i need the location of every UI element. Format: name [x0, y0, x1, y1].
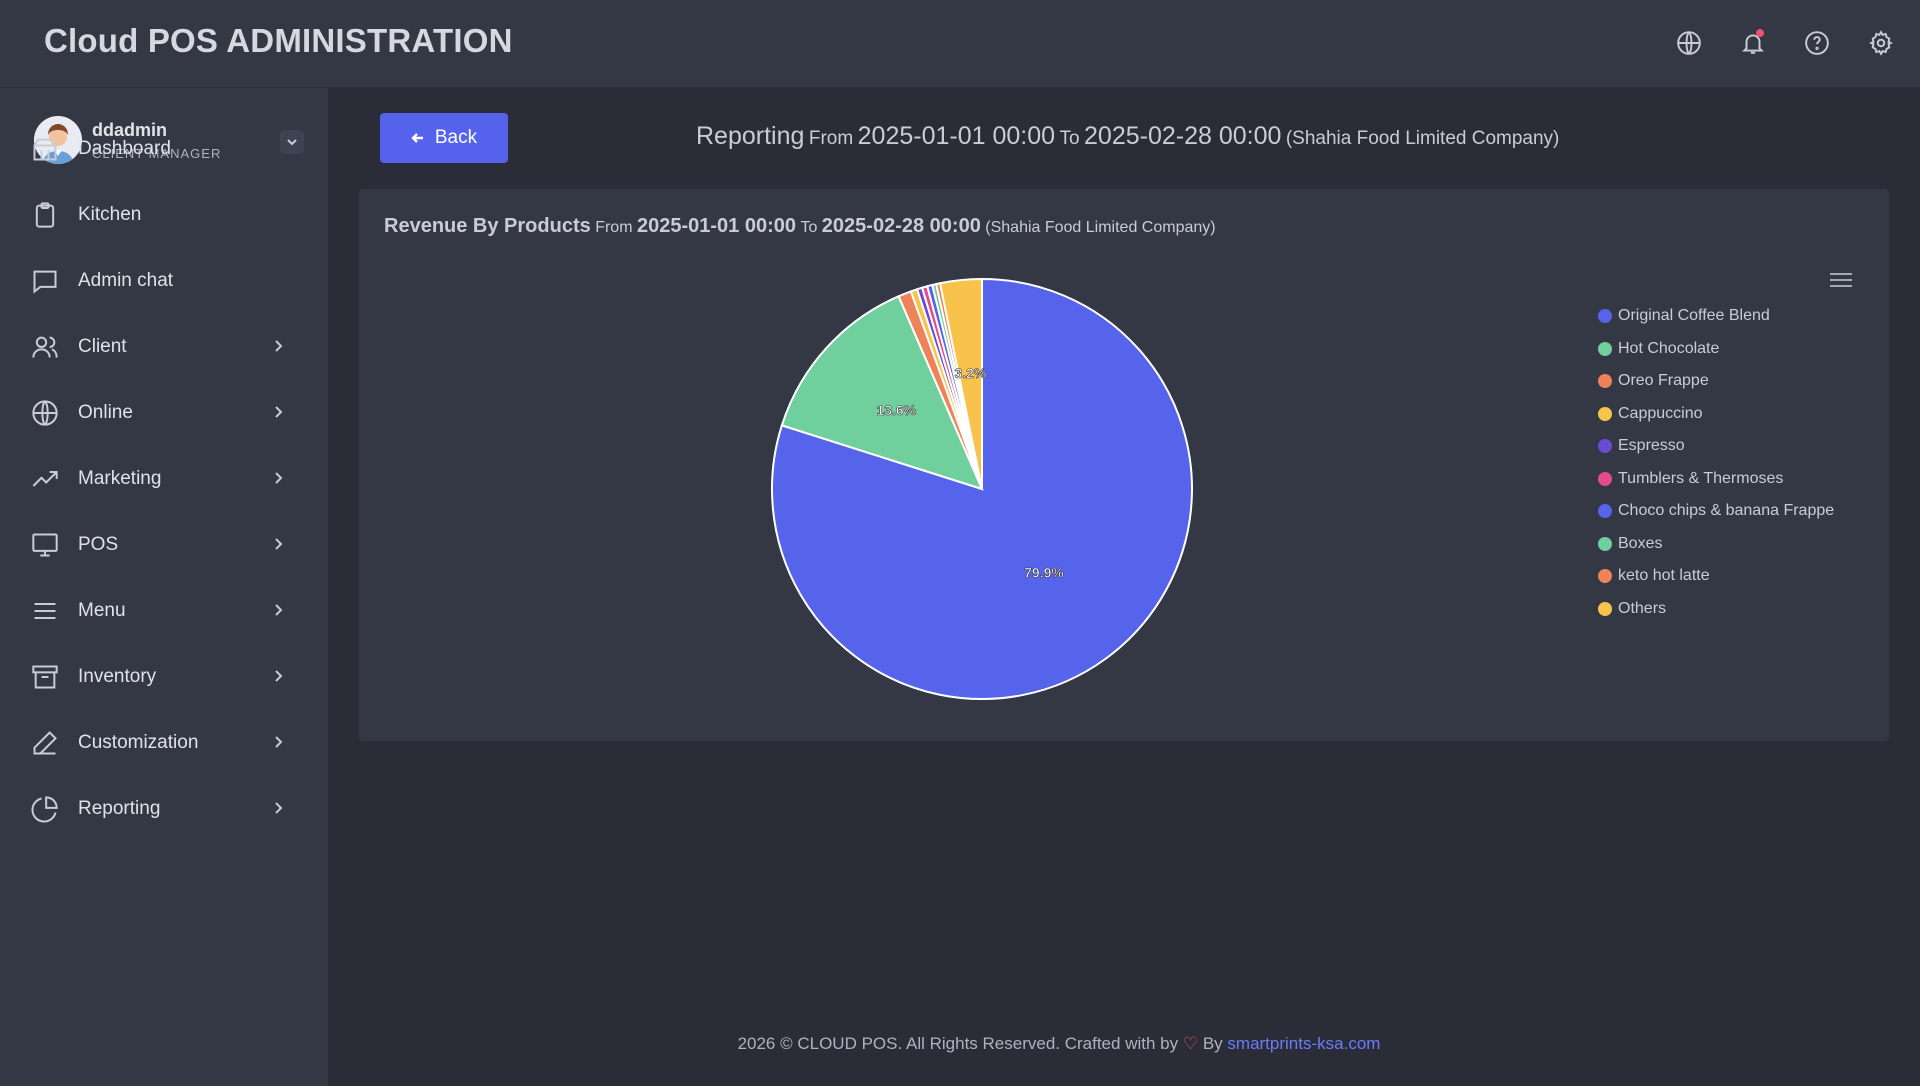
legend-item[interactable]: Original Coffee Blend: [1598, 300, 1834, 333]
pie-data-label: 13.6%: [876, 402, 916, 418]
legend-item[interactable]: Hot Chocolate: [1598, 333, 1834, 366]
legend-marker: [1598, 601, 1612, 616]
legend-label: Choco chips & banana Frappe: [1618, 502, 1835, 520]
legend-label: Boxes: [1618, 534, 1663, 552]
legend-marker: [1598, 309, 1612, 324]
footer-by: By: [1202, 1034, 1223, 1053]
pie-data-label: 79.9%: [1024, 564, 1064, 580]
footer-text: 2026 © CLOUD POS. All Rights Reserved. C…: [737, 1034, 1179, 1053]
legend-item[interactable]: Tumblers & Thermoses: [1598, 463, 1834, 496]
legend-label: Hot Chocolate: [1618, 339, 1720, 357]
legend-label: Oreo Frappe: [1618, 372, 1709, 390]
heart-icon: ♡: [1182, 1034, 1199, 1053]
legend-marker: [1598, 536, 1612, 551]
legend-item[interactable]: keto hot latte: [1598, 560, 1834, 593]
footer: 2026 © CLOUD POS. All Rights Reserved. C…: [0, 1034, 1920, 1054]
footer-link[interactable]: smartprints-ksa.com: [1227, 1034, 1380, 1053]
legend-item[interactable]: Espresso: [1598, 430, 1834, 463]
legend-marker: [1598, 374, 1612, 389]
legend-marker: [1598, 471, 1612, 486]
chart-legend: Original Coffee Blend Hot Chocolate Oreo F…: [1598, 300, 1834, 625]
legend-marker: [1598, 569, 1612, 584]
legend-item[interactable]: Oreo Frappe: [1598, 365, 1834, 398]
legend-label: Original Coffee Blend: [1618, 307, 1770, 325]
legend-item[interactable]: Others: [1598, 593, 1834, 626]
legend-marker: [1598, 406, 1612, 421]
legend-item[interactable]: Choco chips & banana Frappe: [1598, 495, 1834, 528]
legend-label: keto hot latte: [1618, 567, 1710, 585]
legend-label: Cappuccino: [1618, 404, 1703, 422]
legend-marker: [1598, 341, 1612, 356]
legend-marker: [1598, 439, 1612, 454]
legend-item[interactable]: Cappuccino: [1598, 398, 1834, 431]
legend-label: Tumblers & Thermoses: [1618, 469, 1784, 487]
legend-marker: [1598, 504, 1612, 519]
legend-item[interactable]: Boxes: [1598, 528, 1834, 561]
legend-label: Others: [1618, 599, 1667, 617]
legend-label: Espresso: [1618, 437, 1685, 455]
pie-data-label: 3.2%: [954, 365, 986, 381]
